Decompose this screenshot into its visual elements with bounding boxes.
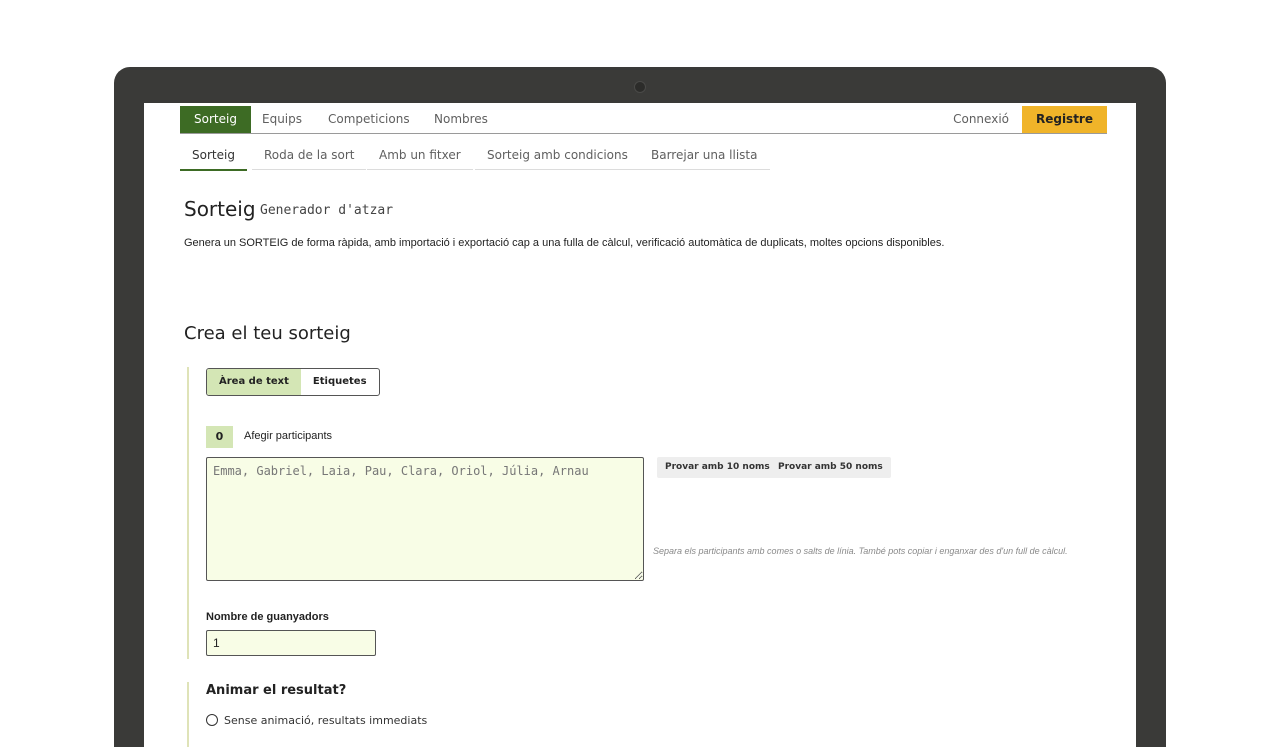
tab-equips[interactable]: Equips xyxy=(248,106,316,133)
subnav-roda-de-la-sort[interactable]: Roda de la sort xyxy=(252,141,367,170)
register-button[interactable]: Registre xyxy=(1021,106,1107,133)
camera-icon xyxy=(634,81,646,93)
subnav-amb-un-fitxer[interactable]: Amb un fitxer xyxy=(367,141,473,170)
section-divider xyxy=(187,367,189,659)
toggle-text-area[interactable]: Àrea de text xyxy=(207,369,301,395)
tab-competicions[interactable]: Competicions xyxy=(314,106,424,133)
section-divider xyxy=(187,682,189,747)
subnav-sorteig[interactable]: Sorteig xyxy=(180,141,247,171)
tab-sorteig[interactable]: Sorteig xyxy=(180,106,251,133)
login-link[interactable]: Connexió xyxy=(939,106,1023,133)
participants-label: Afegir participants xyxy=(244,430,333,442)
page-title: Sorteig xyxy=(184,197,256,221)
toggle-tags[interactable]: Etiquetes xyxy=(301,369,379,395)
participant-count-badge: 0 xyxy=(206,426,233,448)
animate-option-row[interactable]: Sense animació, resultats immediats xyxy=(206,711,427,729)
winners-input[interactable] xyxy=(206,630,376,656)
page-description: Genera un SORTEIG de forma ràpida, amb i… xyxy=(184,237,945,249)
page-subtitle: Generador d'atzar xyxy=(260,203,394,218)
animate-option-label: Sense animació, resultats immediats xyxy=(224,713,428,727)
input-mode-toggle: Àrea de text Etiquetes xyxy=(206,368,380,396)
try-50-names-button[interactable]: Provar amb 50 noms xyxy=(770,457,891,478)
participants-textarea[interactable] xyxy=(206,457,644,581)
animate-title: Animar el resultat? xyxy=(206,683,347,698)
participants-hint: Separa els participants amb comes o salt… xyxy=(653,546,1068,556)
tab-nombres[interactable]: Nombres xyxy=(420,106,502,133)
browser-screen: Sorteig Equips Competicions Nombres Conn… xyxy=(144,103,1136,747)
top-navigation: Sorteig Equips Competicions Nombres Conn… xyxy=(180,106,1107,134)
winners-label: Nombre de guanyadors xyxy=(206,611,329,623)
subnav-barrejar-una-llista[interactable]: Barrejar una llista xyxy=(639,141,770,170)
section-title: Crea el teu sorteig xyxy=(184,323,351,344)
try-10-names-button[interactable]: Provar amb 10 noms xyxy=(657,457,778,478)
subnav-sorteig-amb-condicions[interactable]: Sorteig amb condicions xyxy=(475,141,640,170)
radio-button-icon[interactable] xyxy=(206,714,218,726)
laptop-frame: Sorteig Equips Competicions Nombres Conn… xyxy=(114,67,1166,747)
